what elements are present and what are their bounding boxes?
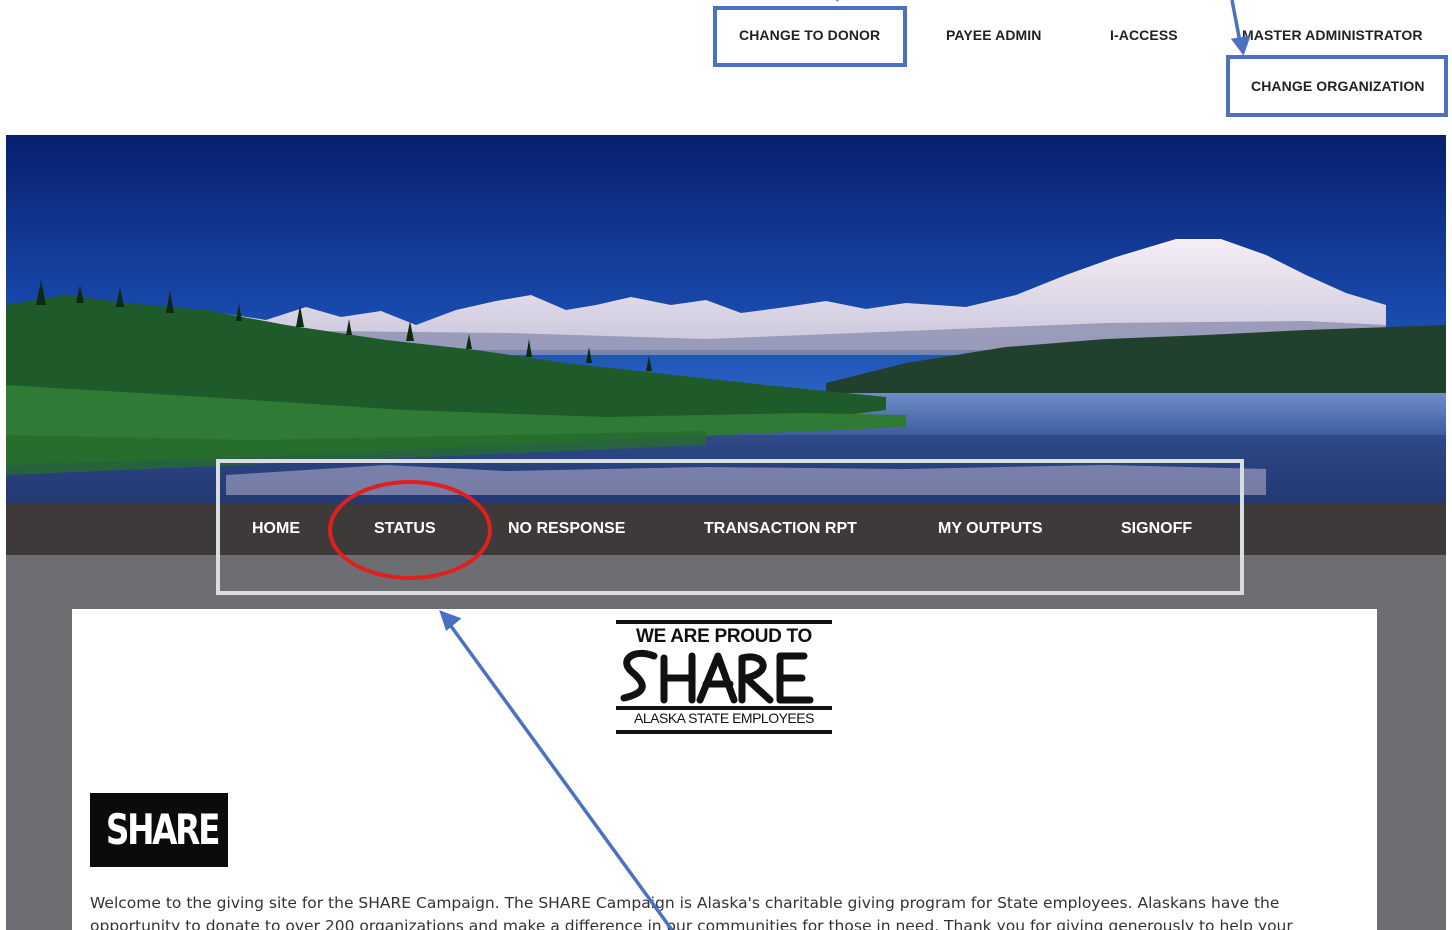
nav-item-home[interactable]: HOME: [252, 520, 300, 538]
share-heading-text: SHARE: [105, 805, 221, 854]
share-campaign-logo: WE ARE PROUD TO ALASKA STATE EMPLOYEES: [614, 620, 834, 738]
master-administrator-link[interactable]: MASTER ADMINISTRATOR: [1242, 27, 1423, 43]
nav-item-signoff[interactable]: SIGNOFF: [1121, 520, 1192, 538]
mountain-lake-illustration: [6, 135, 1446, 503]
change-to-donor-link[interactable]: CHANGE TO DONOR: [739, 27, 880, 43]
welcome-paragraph: Welcome to the giving site for the SHARE…: [90, 894, 1293, 930]
logo-share-script: [620, 649, 814, 704]
payee-admin-link[interactable]: PAYEE ADMIN: [946, 27, 1042, 43]
master-admin-arrow-line: [1230, 0, 1242, 43]
share-heading: SHARE: [90, 793, 228, 867]
hero-banner-image: [6, 135, 1446, 503]
nav-item-my-outputs[interactable]: MY OUTPUTS: [938, 520, 1043, 538]
nav-item-status[interactable]: STATUS: [374, 520, 436, 538]
i-access-link[interactable]: I-ACCESS: [1110, 27, 1178, 43]
change-organization-link[interactable]: CHANGE ORGANIZATION: [1251, 78, 1425, 94]
nav-item-no-response[interactable]: NO RESPONSE: [508, 520, 625, 538]
page: CHANGE TO DONOR PAYEE ADMIN I-ACCESS MAS…: [0, 0, 1452, 930]
logo-bottom-rule: [616, 730, 832, 734]
logo-subtitle: ALASKA STATE EMPLOYEES: [634, 710, 814, 726]
logo-top-rule: [616, 620, 832, 624]
nav-item-transaction-rpt[interactable]: TRANSACTION RPT: [704, 520, 857, 538]
